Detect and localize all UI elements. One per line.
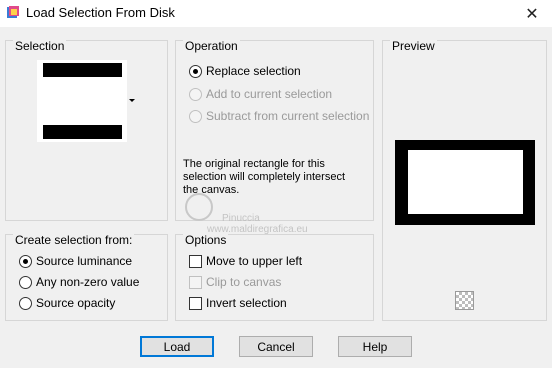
app-icon xyxy=(7,6,19,18)
close-button[interactable]: ✕ xyxy=(512,0,552,27)
radio-label: Replace selection xyxy=(206,64,301,78)
preview-group-label: Preview xyxy=(390,39,437,53)
watermark-logo xyxy=(185,193,213,221)
checkbox[interactable] xyxy=(189,296,202,310)
radio-button[interactable] xyxy=(19,296,32,310)
preview-image xyxy=(395,140,535,225)
checkbox-label: Move to upper left xyxy=(206,254,303,268)
watermark-url: www.maldiregrafica.eu xyxy=(207,224,308,235)
radio-button xyxy=(189,109,202,123)
radio-button[interactable] xyxy=(19,254,32,268)
close-icon: ✕ xyxy=(525,5,539,23)
radio-button[interactable] xyxy=(189,64,202,78)
window-title: Load Selection From Disk xyxy=(26,5,175,20)
radio-replace-selection[interactable]: Replace selection xyxy=(189,64,301,78)
radio-source-opacity[interactable]: Source opacity xyxy=(19,296,115,310)
selection-thumbnail-dropdown[interactable] xyxy=(37,60,127,142)
radio-label: Any non-zero value xyxy=(36,275,140,289)
radio-any-non-zero[interactable]: Any non-zero value xyxy=(19,275,139,289)
radio-button xyxy=(189,87,202,101)
checkbox-clip-to-canvas: Clip to canvas xyxy=(189,275,281,289)
help-button[interactable]: Help xyxy=(338,336,412,357)
radio-subtract-from-selection: Subtract from current selection xyxy=(189,109,369,123)
selection-group-label: Selection xyxy=(13,39,67,53)
operation-group-label: Operation xyxy=(183,39,240,53)
operation-info-text: The original rectangle for this selectio… xyxy=(183,158,346,196)
dropdown-arrow-icon[interactable] xyxy=(129,99,135,102)
checkbox[interactable] xyxy=(189,254,202,268)
watermark: Pinuccia xyxy=(222,213,260,224)
checkbox-label: Invert selection xyxy=(206,296,287,310)
radio-label: Source luminance xyxy=(36,254,133,268)
radio-label: Source opacity xyxy=(36,296,116,310)
load-button[interactable]: Load xyxy=(140,336,214,357)
options-group-label: Options xyxy=(183,233,229,247)
radio-add-to-selection: Add to current selection xyxy=(189,87,332,101)
checkbox-invert-selection[interactable]: Invert selection xyxy=(189,296,287,310)
checkbox-label: Clip to canvas xyxy=(206,275,282,289)
checkbox xyxy=(189,275,202,289)
radio-label: Subtract from current selection xyxy=(206,109,370,123)
title-bar: Load Selection From Disk ✕ xyxy=(0,0,552,27)
create-selection-group-label: Create selection from: xyxy=(13,233,135,247)
radio-label: Add to current selection xyxy=(206,87,333,101)
cancel-button[interactable]: Cancel xyxy=(239,336,313,357)
radio-source-luminance[interactable]: Source luminance xyxy=(19,254,132,268)
checkbox-move-to-upper-left[interactable]: Move to upper left xyxy=(189,254,302,268)
radio-button[interactable] xyxy=(19,275,32,289)
transparency-toggle-icon[interactable] xyxy=(455,291,474,310)
